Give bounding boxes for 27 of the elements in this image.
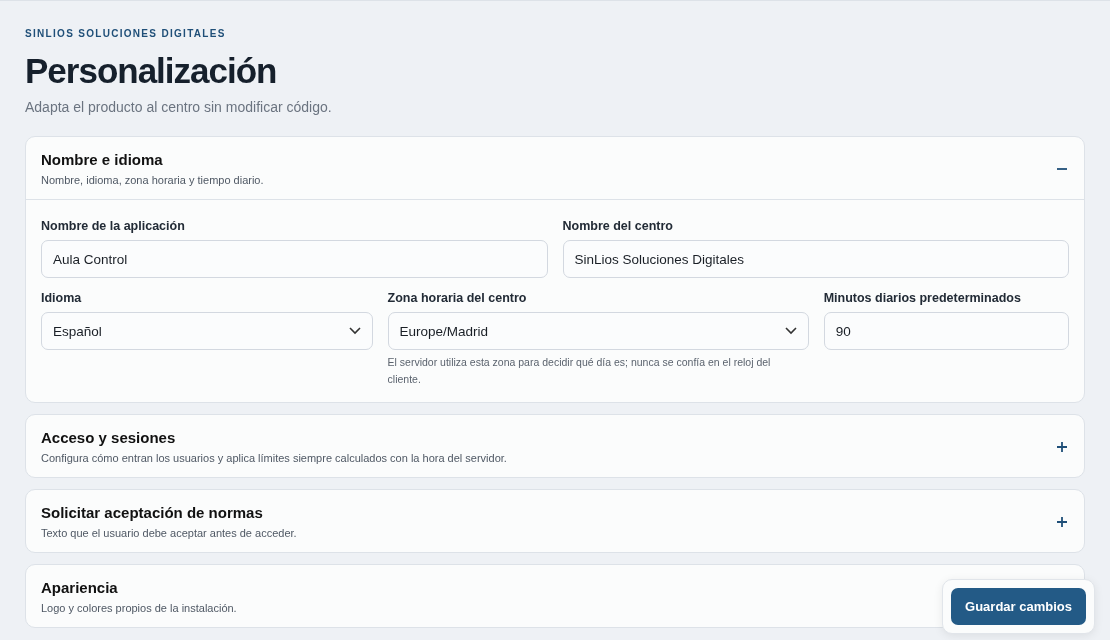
field-label: Idioma (41, 291, 83, 305)
section-title: Apariencia (41, 579, 119, 596)
field-label: Minutos diarios predeterminados (823, 291, 1022, 305)
select-field[interactable]: Europe/Madrid (387, 312, 809, 350)
chevron-down-icon (784, 327, 797, 335)
select-field[interactable]: Español (41, 312, 373, 350)
chevron-down-icon (348, 327, 361, 335)
page-subtitle: Adapta el producto al centro sin modificar código. (25, 99, 333, 115)
section-title: Nombre e idioma (41, 151, 164, 168)
expand-icon[interactable] (1056, 440, 1068, 453)
section-description: Logo y colores propios de la instalación. (41, 602, 237, 614)
field-label: Nombre del centro (562, 219, 674, 233)
section-title: Acceso y sesiones (41, 429, 177, 446)
input-field[interactable]: 90 (823, 312, 1069, 350)
expand-icon[interactable] (1056, 515, 1068, 528)
input-field[interactable]: Aula Control (41, 240, 548, 278)
section-description: Configura cómo entran los usuarios y aplica límites siempre calculados con la hora del servidor. (41, 452, 507, 464)
section-description: Texto que el usuario debe aceptar antes de acceder. (41, 527, 297, 539)
field-label: Nombre de la aplicación (41, 219, 186, 233)
section-description: Nombre, idioma, zona horaria y tiempo diario. (41, 174, 264, 186)
section-title: Solicitar aceptación de normas (41, 504, 264, 521)
input-field[interactable]: SinLios Soluciones Digitales (562, 240, 1069, 278)
page-title: Personalización (25, 51, 278, 91)
field-label: Zona horaria del centro (387, 291, 528, 305)
company-name: SINLIOS SOLUCIONES DIGITALES (25, 28, 227, 39)
help-text: El servidor utiliza esta zona para decidir qué día es; nunca se confía en el reloj del cliente. (387, 355, 772, 387)
save-button[interactable]: Guardar cambios (951, 588, 1086, 625)
